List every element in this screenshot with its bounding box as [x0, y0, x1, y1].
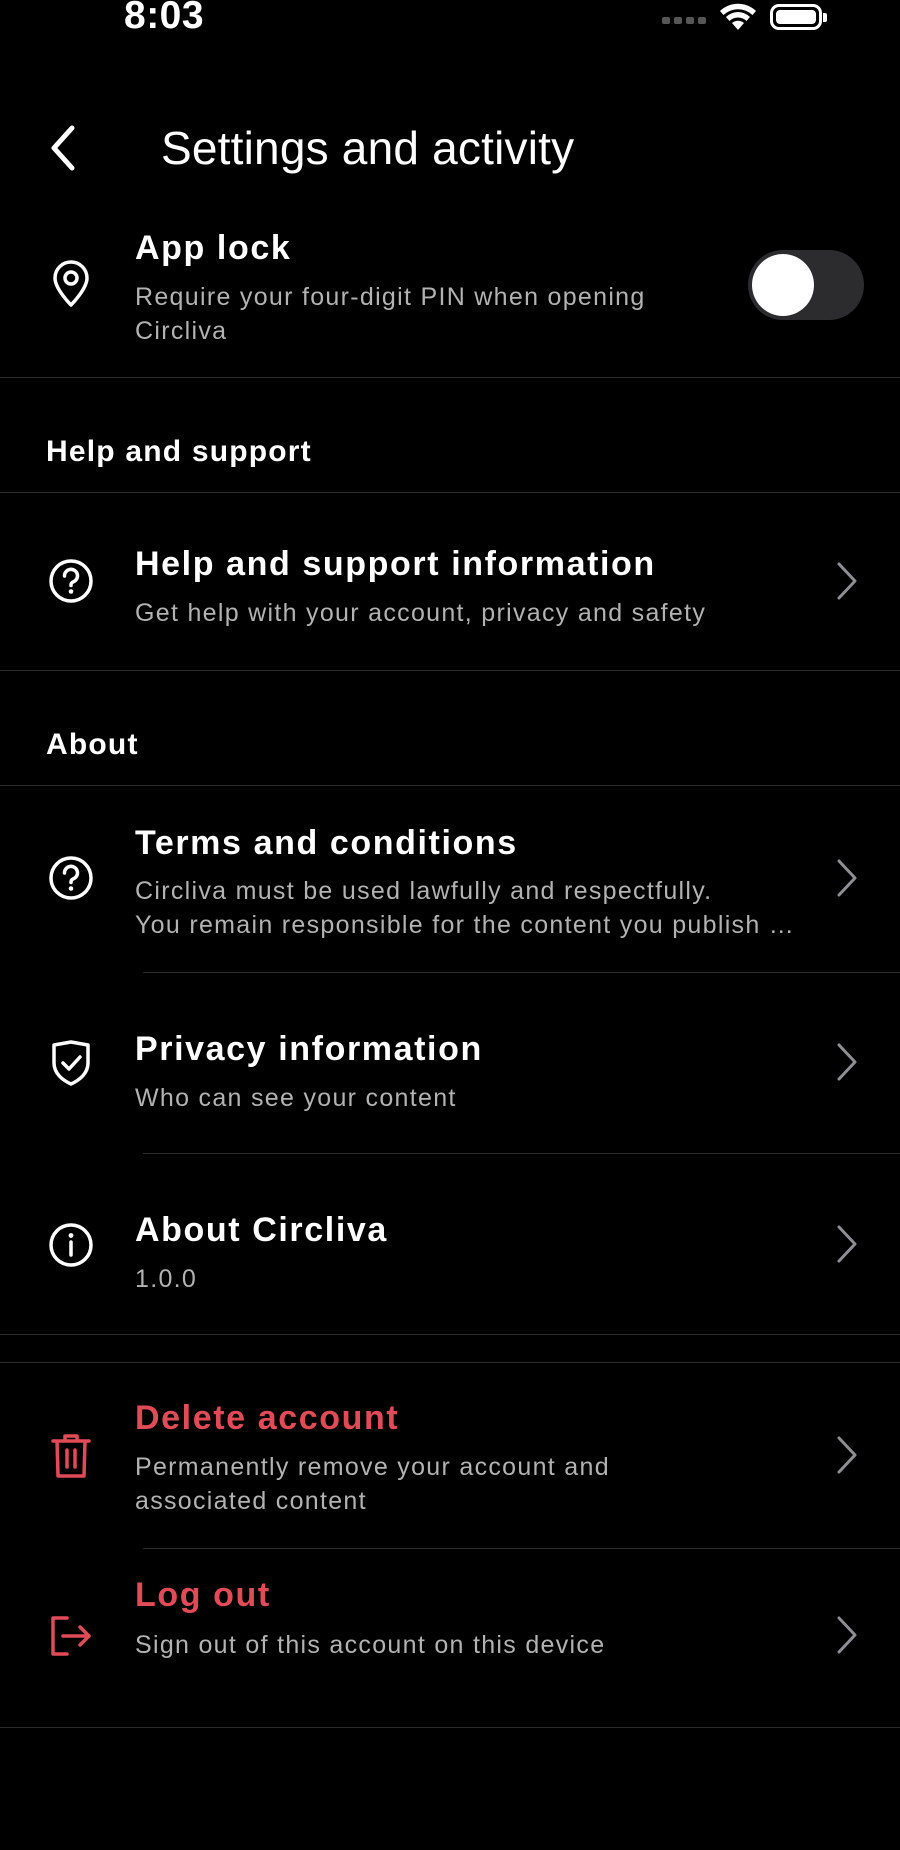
app-lock-title: App lock — [135, 229, 292, 267]
log-out-subtitle: Sign out of this account on this device — [135, 1631, 606, 1659]
help-support-subtitle: Get help with your account, privacy and … — [135, 599, 707, 627]
about-circliva-title: About Circliva — [135, 1211, 388, 1249]
chevron-left-icon — [51, 125, 75, 171]
app-version: 1.0.0 — [135, 1265, 198, 1293]
terms-subtitle-line1: Circliva must be used lawfully and respe… — [135, 877, 713, 905]
chevron-right-icon — [832, 1038, 862, 1086]
question-circle-icon — [46, 853, 96, 903]
terms-row[interactable]: Terms and conditions Circliva must be us… — [0, 786, 900, 972]
divider — [0, 670, 900, 671]
toggle-knob — [752, 254, 814, 316]
log-out-row[interactable]: Log out Sign out of this account on this… — [0, 1549, 900, 1727]
chevron-right-icon — [832, 1611, 862, 1659]
section-header-help: Help and support — [46, 435, 312, 468]
divider — [0, 377, 900, 378]
info-circle-icon — [46, 1220, 96, 1270]
terms-title: Terms and conditions — [135, 824, 518, 862]
chevron-right-icon — [832, 1220, 862, 1268]
battery-icon — [770, 4, 827, 30]
page-title: Settings and activity — [161, 122, 575, 174]
divider — [0, 1727, 900, 1728]
status-time: 8:03 — [124, 0, 205, 37]
location-pin-icon — [46, 259, 96, 309]
section-header-about: About — [46, 728, 139, 761]
app-lock-toggle[interactable] — [748, 250, 864, 320]
question-circle-icon — [46, 556, 96, 606]
log-out-title: Log out — [135, 1576, 271, 1614]
trash-icon — [46, 1431, 96, 1481]
chevron-right-icon — [832, 557, 862, 605]
status-icons — [662, 2, 827, 32]
back-button[interactable] — [38, 120, 88, 176]
delete-account-subtitle: Permanently remove your account and asso… — [135, 1453, 610, 1515]
signal-icon — [662, 16, 706, 24]
delete-account-title: Delete account — [135, 1399, 400, 1437]
header: Settings and activity — [0, 100, 900, 200]
privacy-row[interactable]: Privacy information Who can see your con… — [0, 973, 900, 1153]
chevron-right-icon — [832, 854, 862, 902]
help-support-row[interactable]: Help and support information Get help wi… — [0, 493, 900, 670]
wifi-icon — [720, 3, 756, 30]
logout-icon — [46, 1611, 96, 1661]
divider — [0, 1334, 900, 1335]
status-bar: 8:03 — [0, 0, 900, 44]
privacy-title: Privacy information — [135, 1030, 483, 1068]
privacy-subtitle: Who can see your content — [135, 1084, 457, 1112]
delete-account-row[interactable]: Delete account Permanently remove your a… — [0, 1363, 900, 1548]
about-circliva-row[interactable]: About Circliva 1.0.0 — [0, 1154, 900, 1334]
shield-check-icon — [46, 1038, 96, 1088]
help-support-title: Help and support information — [135, 545, 656, 583]
chevron-right-icon — [832, 1431, 862, 1479]
app-lock-subtitle: Require your four-digit PIN when opening… — [135, 283, 646, 345]
terms-subtitle-line2: You remain responsible for the content y… — [135, 911, 795, 939]
